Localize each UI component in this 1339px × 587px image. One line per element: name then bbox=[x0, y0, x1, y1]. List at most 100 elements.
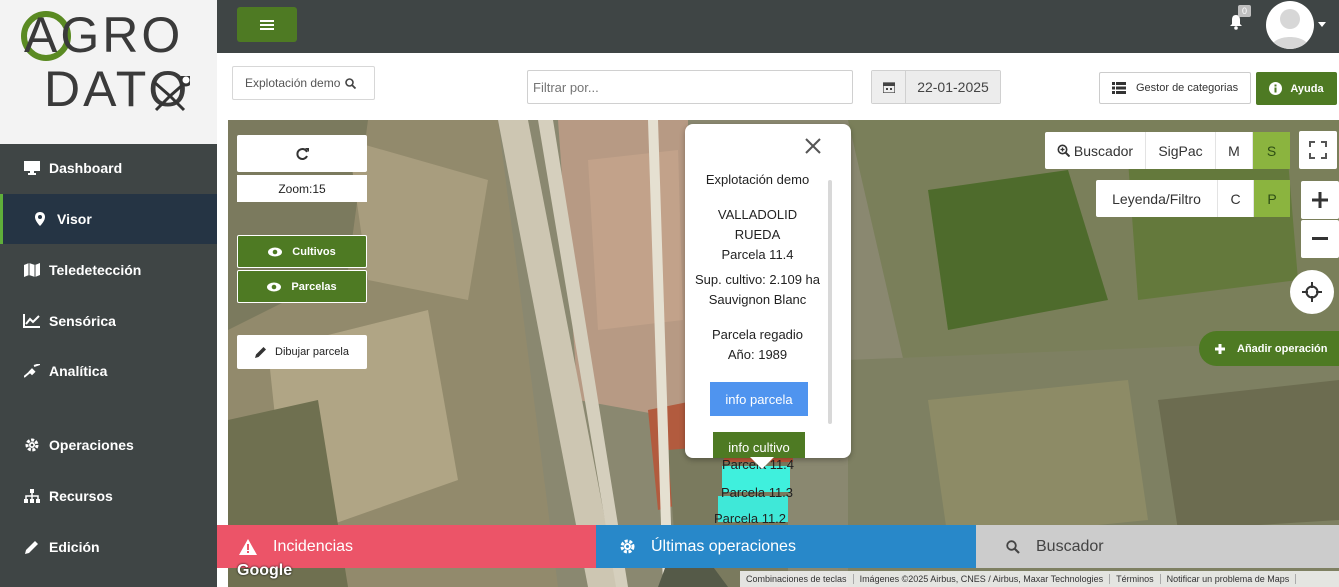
keyboard-shortcuts-link[interactable]: Combinaciones de teclas bbox=[740, 574, 854, 584]
operaciones-label: Últimas operaciones bbox=[651, 537, 796, 555]
minus-icon bbox=[1312, 237, 1328, 240]
zoom-in-button[interactable] bbox=[1301, 181, 1339, 219]
map-mode-m-button[interactable]: M bbox=[1216, 132, 1253, 169]
zoom-out-button[interactable] bbox=[1301, 220, 1339, 258]
zoom-level: Zoom:15 bbox=[237, 175, 367, 202]
parcel-label[interactable]: Parcela 11.3 bbox=[721, 485, 793, 500]
sidebar-item-edicion[interactable]: Edición bbox=[0, 522, 217, 572]
notification-badge: 0 bbox=[1238, 5, 1252, 17]
info-cultivo-button[interactable]: info cultivo bbox=[713, 432, 805, 458]
user-avatar[interactable] bbox=[1266, 1, 1314, 49]
sidebar-item-dashboard[interactable]: Dashboard bbox=[0, 143, 217, 193]
sidebar-item-label: Dashboard bbox=[49, 160, 123, 176]
plus-icon bbox=[1312, 192, 1328, 208]
refresh-button[interactable] bbox=[237, 135, 367, 172]
popup-pointer bbox=[750, 457, 774, 469]
top-navbar: 0 bbox=[217, 0, 1339, 53]
plus-icon bbox=[1215, 343, 1225, 354]
sidebar-item-visor[interactable]: Visor bbox=[0, 194, 217, 244]
menu-toggle-button[interactable] bbox=[237, 7, 297, 42]
monitor-icon bbox=[23, 161, 41, 175]
line-chart-icon bbox=[23, 314, 41, 328]
refresh-icon bbox=[296, 147, 309, 160]
pencil-icon bbox=[255, 347, 266, 358]
anadir-operacion-button[interactable]: Añadir operación bbox=[1199, 331, 1339, 366]
satellite-icon bbox=[23, 364, 41, 378]
sidebar: AGRO DATO Dashboard Visor Teledetección … bbox=[0, 0, 217, 587]
map-mode-s-button[interactable]: S bbox=[1253, 132, 1290, 169]
sidebar-item-label: Sensórica bbox=[49, 313, 116, 329]
date-value: 22-01-2025 bbox=[906, 71, 1000, 103]
crosshairs-icon bbox=[1302, 282, 1322, 302]
sidebar-item-label: Analítica bbox=[49, 363, 108, 379]
gear-icon bbox=[620, 539, 635, 554]
sidebar-item-recursos[interactable]: Recursos bbox=[0, 471, 217, 521]
sidebar-item-operaciones[interactable]: Operaciones bbox=[0, 420, 217, 470]
report-problem-link[interactable]: Notificar un problema de Maps bbox=[1161, 574, 1297, 584]
popup-variedad: Sauvignon Blanc bbox=[708, 292, 807, 307]
warning-icon bbox=[239, 538, 257, 555]
legend-c-button[interactable]: C bbox=[1218, 180, 1254, 217]
parcelas-label: Parcelas bbox=[291, 280, 337, 293]
legend-p-button[interactable]: P bbox=[1254, 180, 1290, 217]
fullscreen-icon bbox=[1309, 141, 1327, 159]
map-icon bbox=[23, 263, 41, 277]
cultivos-label: Cultivos bbox=[292, 245, 336, 258]
popup-provincia: VALLADOLID bbox=[717, 207, 798, 222]
list-icon bbox=[1112, 82, 1126, 94]
filter-bar: Explotación demo 22-01-2025 Gestor de ca… bbox=[217, 53, 1339, 120]
logo-line1: AGRO bbox=[24, 7, 184, 63]
google-logo: Google bbox=[237, 562, 293, 579]
map-layer-toolbar: Buscador SigPac M S bbox=[1045, 132, 1290, 169]
dibujar-parcela-button[interactable]: Dibujar parcela bbox=[237, 335, 367, 369]
buscador-map-label: Buscador bbox=[1073, 142, 1134, 159]
filter-input[interactable] bbox=[527, 70, 853, 104]
sigpac-button[interactable]: SigPac bbox=[1146, 132, 1216, 169]
sidebar-item-label: Operaciones bbox=[49, 437, 134, 453]
info-icon bbox=[1269, 82, 1283, 95]
parcelas-toggle-button[interactable]: Parcelas bbox=[237, 270, 367, 303]
calendar-icon bbox=[872, 71, 906, 103]
terms-link[interactable]: Términos bbox=[1110, 574, 1161, 584]
locate-button[interactable] bbox=[1290, 270, 1334, 314]
map-marker-icon bbox=[31, 212, 49, 226]
close-icon[interactable] bbox=[805, 138, 821, 154]
hamburger-icon bbox=[260, 19, 274, 30]
tab-ultimas-operaciones[interactable]: Últimas operaciones bbox=[596, 525, 976, 568]
popup-anio: Año: 1989 bbox=[727, 347, 788, 362]
gestor-categorias-button[interactable]: Gestor de categorias bbox=[1099, 72, 1251, 104]
imagery-attribution: Imágenes ©2025 Airbus, CNES / Airbus, Ma… bbox=[854, 574, 1111, 584]
anadir-label: Añadir operación bbox=[1237, 342, 1328, 355]
eye-icon bbox=[268, 247, 283, 256]
explotacion-value: Explotación demo bbox=[245, 76, 341, 90]
tab-buscador[interactable]: Buscador bbox=[976, 525, 1339, 568]
zoom-search-icon bbox=[1057, 144, 1070, 157]
gestor-label: Gestor de categorias bbox=[1136, 82, 1239, 94]
agrodato-logo[interactable]: AGRO DATO bbox=[0, 0, 217, 144]
info-parcela-button[interactable]: info parcela bbox=[710, 382, 808, 416]
sidebar-item-teledeteccion[interactable]: Teledetección bbox=[0, 245, 217, 295]
sidebar-item-analitica[interactable]: Analítica bbox=[0, 346, 217, 396]
search-icon bbox=[1006, 539, 1020, 554]
user-menu-caret-icon[interactable] bbox=[1318, 22, 1326, 27]
sidebar-item-sensorica[interactable]: Sensórica bbox=[0, 296, 217, 346]
parcel-label[interactable]: Parcela 11.2 bbox=[714, 511, 786, 526]
explotacion-selector[interactable]: Explotación demo bbox=[232, 66, 375, 100]
map-viewer[interactable]: Zoom:15 Cultivos Parcelas Dibujar parcel… bbox=[228, 120, 1339, 587]
sitemap-icon bbox=[23, 489, 41, 503]
search-icon bbox=[345, 77, 357, 89]
date-picker[interactable]: 22-01-2025 bbox=[871, 70, 1001, 104]
sidebar-item-label: Visor bbox=[57, 211, 92, 227]
dibujar-label: Dibujar parcela bbox=[275, 346, 349, 358]
popup-tipo: Parcela regadio bbox=[711, 327, 804, 342]
fullscreen-button[interactable] bbox=[1299, 131, 1337, 169]
sidebar-item-label: Recursos bbox=[49, 488, 113, 504]
buscador-map-button[interactable]: Buscador bbox=[1045, 132, 1146, 169]
cultivos-toggle-button[interactable]: Cultivos bbox=[237, 235, 367, 268]
popup-municipio: RUEDA bbox=[734, 227, 781, 242]
ayuda-button[interactable]: Ayuda bbox=[1256, 72, 1337, 105]
pencil-icon bbox=[23, 540, 41, 554]
map-attribution-bar: Combinaciones de teclas Imágenes ©2025 A… bbox=[740, 571, 1339, 587]
parcel-info-popup: Explotación demo VALLADOLID RUEDA Parcel… bbox=[685, 124, 851, 458]
leyenda-filtro-button[interactable]: Leyenda/Filtro bbox=[1096, 180, 1218, 217]
